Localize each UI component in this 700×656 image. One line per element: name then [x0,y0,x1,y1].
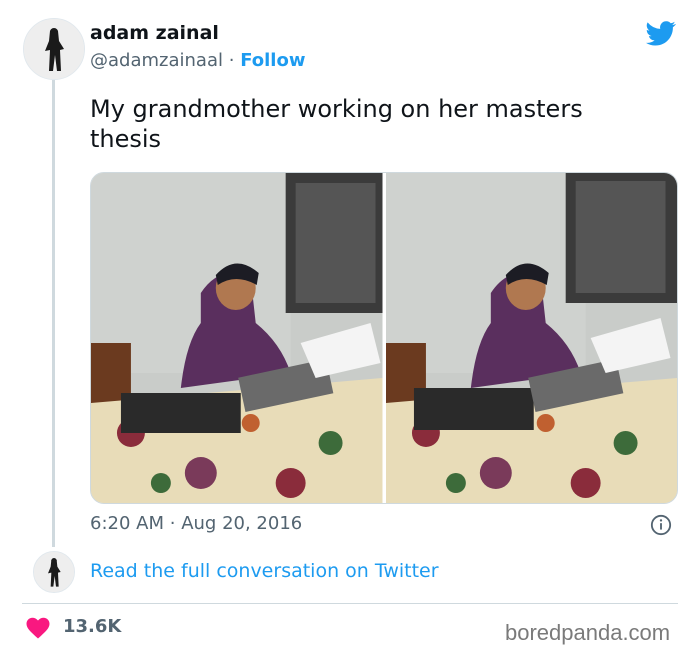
avatar-image [24,19,84,79]
like-count: 13.6K [63,616,122,637]
watermark: boredpanda.com [505,620,671,645]
author-name[interactable]: adam zainal [90,22,219,44]
tweet-photo-left[interactable] [91,173,383,503]
tweet-media[interactable] [90,172,678,504]
heart-icon[interactable] [26,617,50,639]
info-icon[interactable] [650,514,672,536]
thread-line [52,80,55,547]
tweet-date: Aug 20, 2016 [181,513,303,534]
photo-image-right [385,173,677,503]
separator-dot: · [169,513,176,534]
tweet-timestamp[interactable]: 6:20 AM · Aug 20, 2016 [90,513,302,534]
follow-button[interactable]: Follow [240,50,305,71]
reply-avatar[interactable] [33,551,75,593]
author-avatar[interactable] [23,18,85,80]
tweet-photo-right[interactable] [385,173,677,503]
avatar-image [34,552,74,592]
read-conversation-link[interactable]: Read the full conversation on Twitter [90,560,439,582]
tweet-text: My grandmother working on her masters th… [90,95,583,153]
photo-image-left [91,173,383,503]
twitter-bird-icon[interactable] [645,18,677,48]
author-handle[interactable]: @adamzainaal [90,50,223,71]
divider [22,603,678,604]
separator-dot: · [228,50,235,71]
tweet-time: 6:20 AM [90,513,164,534]
handle-row: @adamzainaal · Follow [90,50,305,71]
